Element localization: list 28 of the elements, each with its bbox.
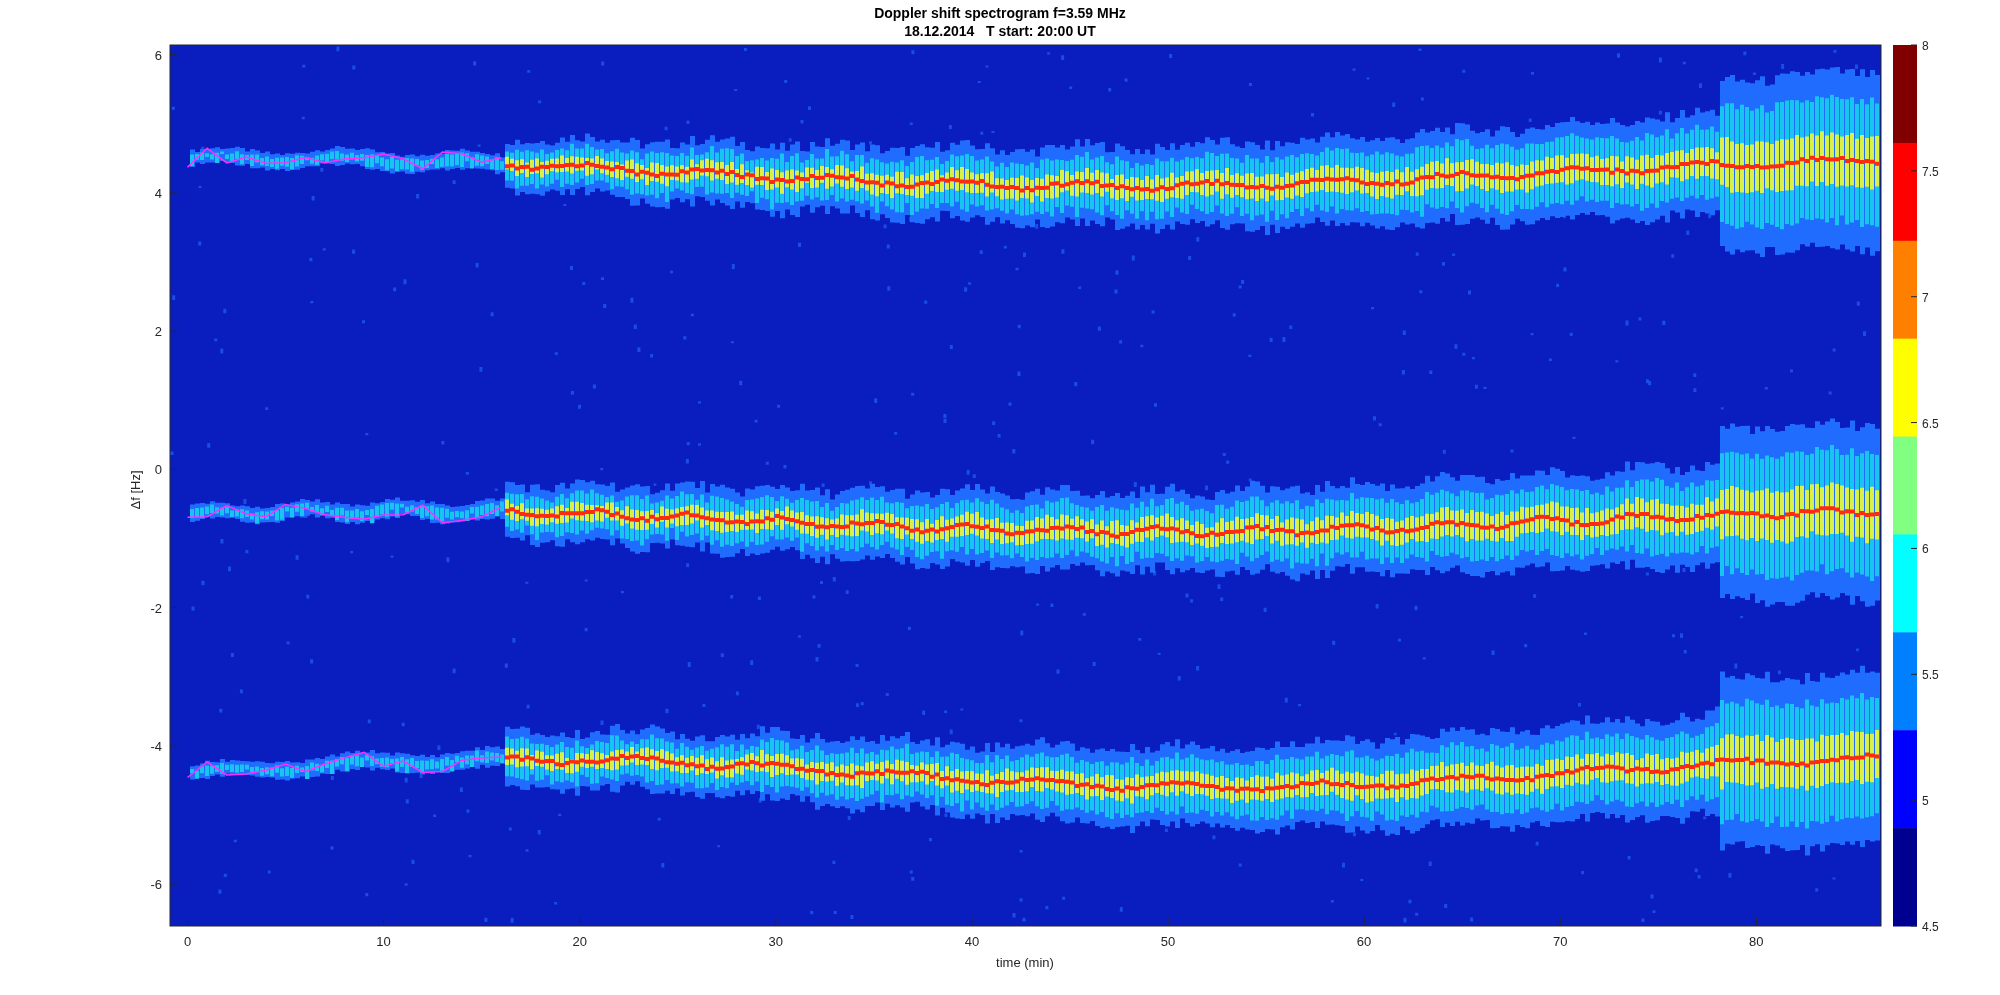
tick-label: 5.5 — [1922, 668, 1939, 683]
tick-label: 6 — [1922, 542, 1929, 557]
tick-label: 2 — [154, 324, 162, 340]
tick-label: 8 — [1922, 40, 1929, 53]
tick-label: 0 — [183, 934, 192, 949]
tick-label: 50 — [1160, 934, 1176, 949]
tick-label: 0 — [154, 462, 162, 478]
tick-label: 7 — [1922, 290, 1929, 305]
tick-label: 70 — [1552, 934, 1568, 949]
chart-title: 18.12.2014 T start: 20:00 UT — [904, 22, 1096, 40]
tick-label: 80 — [1749, 934, 1764, 949]
tick-label: -6 — [150, 877, 162, 892]
chart-title: Doppler shift spectrogram f=3.59 MHz — [874, 4, 1126, 22]
tick-label: 7.5 — [1922, 164, 1939, 179]
tick-label: 40 — [964, 934, 980, 949]
axis-label: time (min) — [996, 955, 1054, 970]
tick-label: 60 — [1356, 934, 1372, 949]
tick-label: 6.5 — [1922, 416, 1939, 431]
tick-label: 20 — [572, 934, 587, 949]
tick-label: 10 — [376, 934, 391, 949]
tick-label: 4.5 — [1922, 920, 1939, 934]
tick-label: 5 — [1922, 794, 1929, 809]
tick-label: 6 — [154, 47, 162, 63]
tick-label: 30 — [768, 934, 784, 949]
axis-label: Δf [Hz] — [128, 470, 143, 510]
tick-label: 4 — [154, 186, 162, 201]
tick-label: -2 — [150, 600, 162, 616]
tick-label: -4 — [150, 738, 162, 754]
